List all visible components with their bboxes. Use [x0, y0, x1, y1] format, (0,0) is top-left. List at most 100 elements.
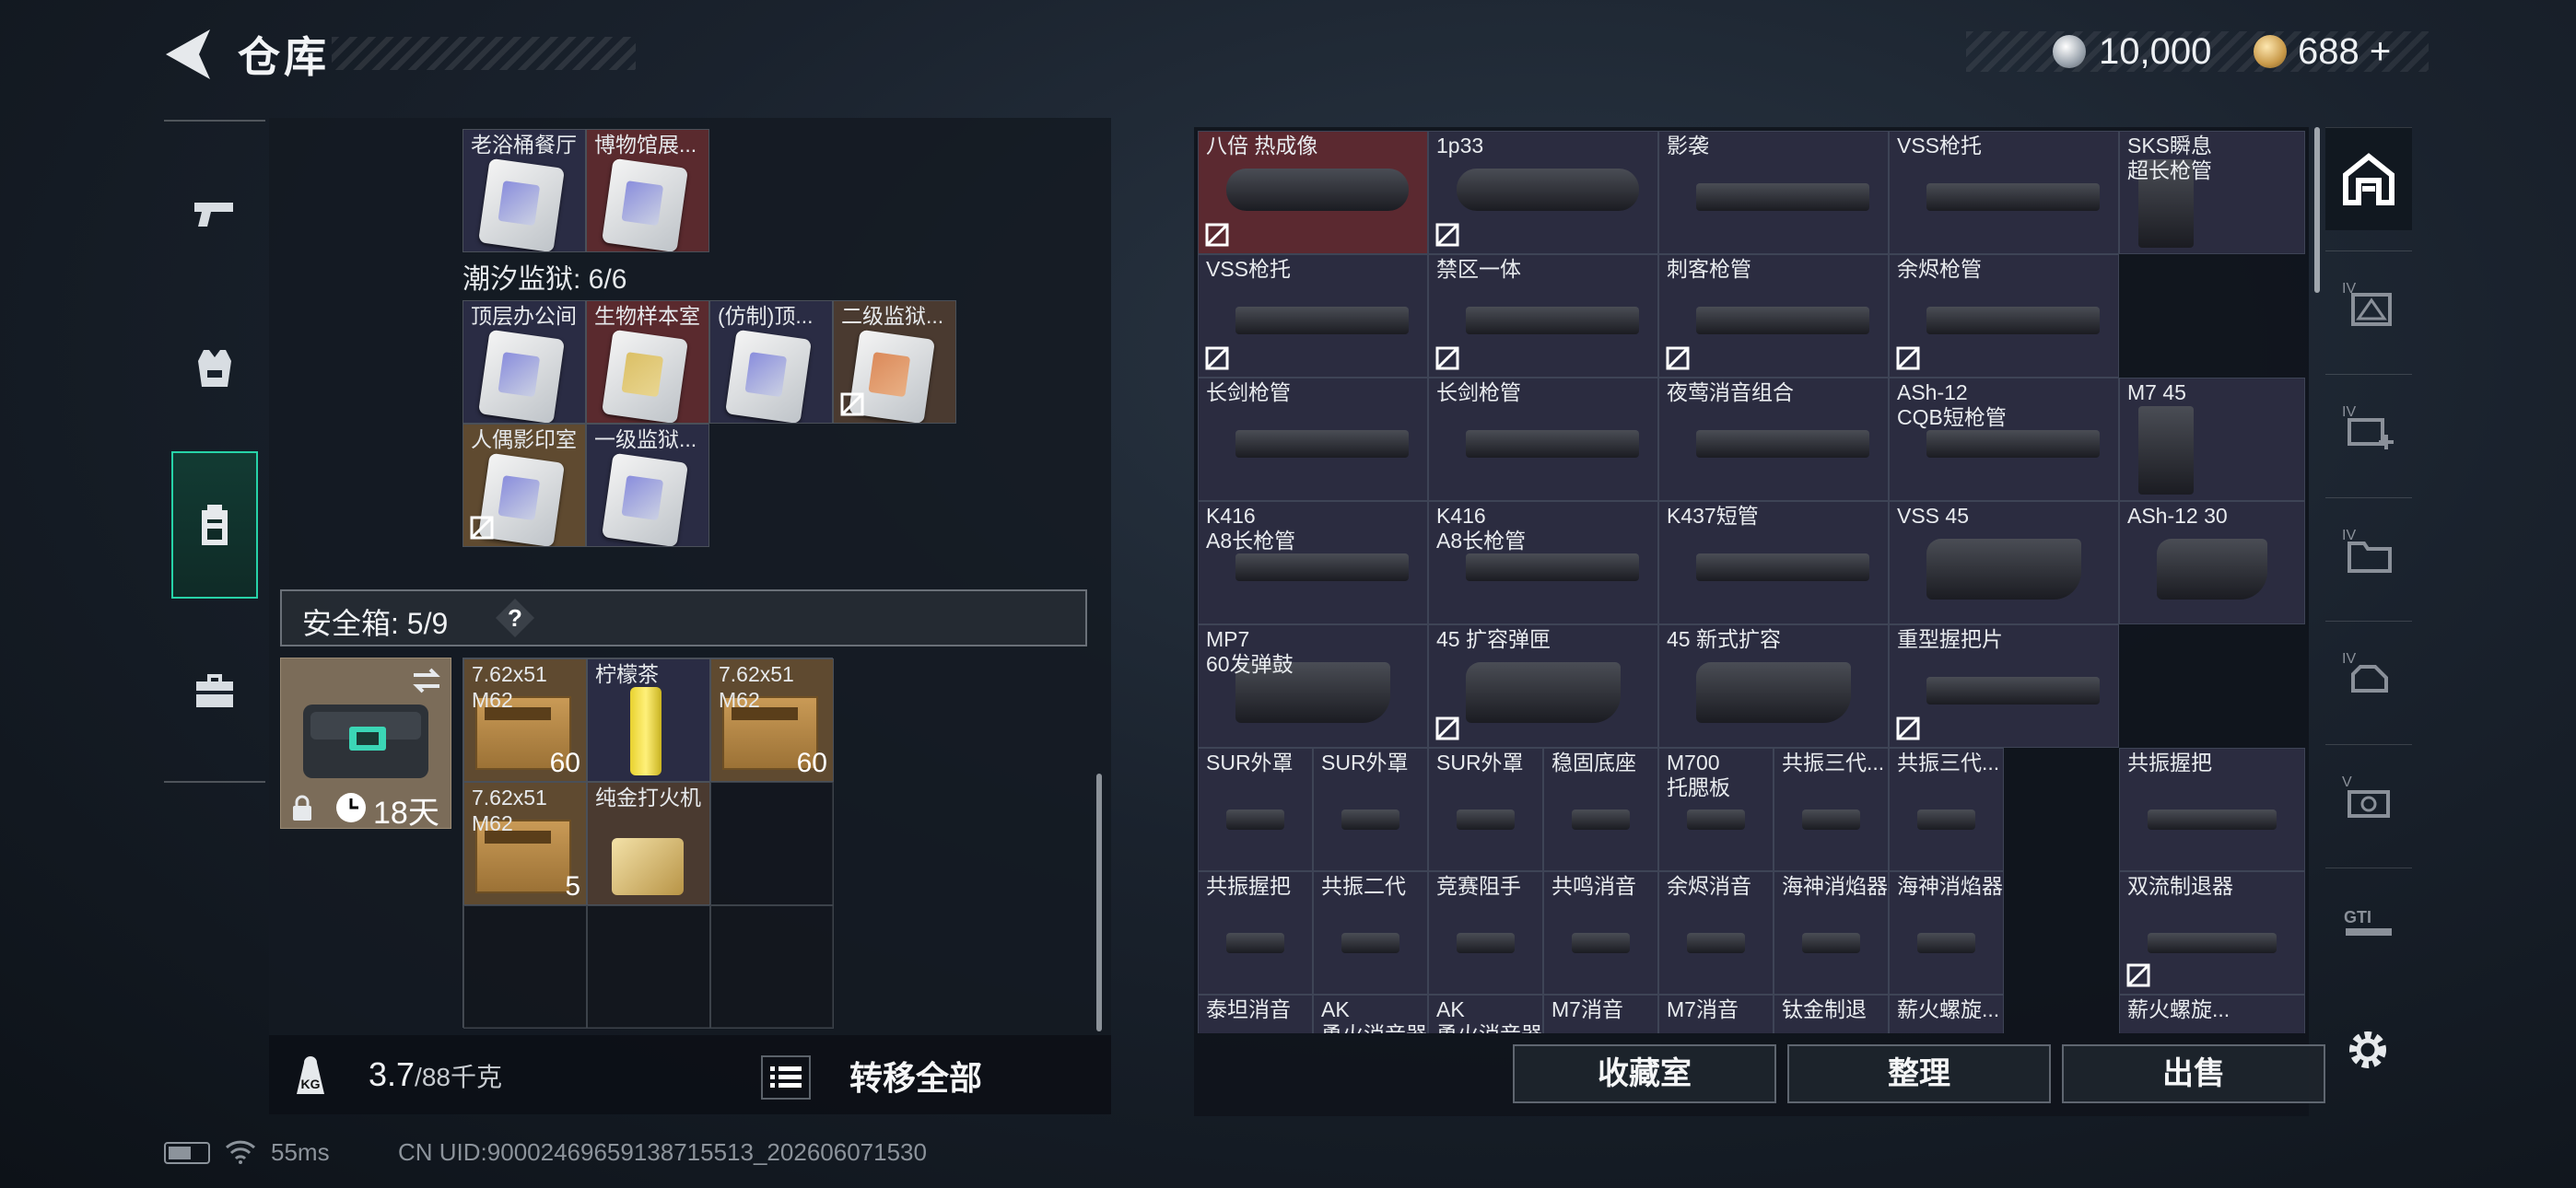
- warehouse-item[interactable]: K437短管: [1658, 501, 1889, 624]
- ammo-item[interactable]: 7.62x51 M62 5: [463, 782, 587, 905]
- warehouse-item[interactable]: AK 勇火消音器: [1313, 995, 1428, 1033]
- warehouse-item[interactable]: 共振握把: [2119, 748, 2305, 871]
- keycard-slot[interactable]: 博物馆展...: [586, 129, 709, 252]
- collection-room-button[interactable]: 收藏室: [1513, 1044, 1776, 1103]
- settings-gear-icon[interactable]: [2342, 1024, 2394, 1076]
- unlinked-icon: [1896, 716, 1920, 740]
- lighter-item[interactable]: 纯金打火机: [587, 782, 710, 905]
- swap-icon[interactable]: [410, 666, 443, 695]
- keycard-slot[interactable]: 人偶影印室: [463, 424, 586, 547]
- tab-medkit[interactable]: IV: [2325, 374, 2412, 477]
- nav-equipment[interactable]: [171, 295, 258, 442]
- warehouse-item[interactable]: 余烬消音: [1658, 871, 1774, 995]
- warehouse-item[interactable]: 重型握把片: [1889, 624, 2119, 748]
- warehouse-item[interactable]: SKS瞬息 超长枪管: [2119, 131, 2305, 254]
- warehouse-item[interactable]: 共振二代: [1313, 871, 1428, 995]
- tab-camera[interactable]: V: [2325, 744, 2412, 847]
- warehouse-item[interactable]: VSS 45: [1889, 501, 2119, 624]
- warehouse-item[interactable]: 钛金制退: [1774, 995, 1889, 1033]
- grid-slot[interactable]: [710, 782, 834, 905]
- warehouse-item[interactable]: K416 A8长枪管: [1428, 501, 1658, 624]
- warehouse-item[interactable]: M7消音: [1543, 995, 1658, 1033]
- keycard-slot[interactable]: 顶层办公间: [463, 300, 586, 424]
- grid-slot[interactable]: [710, 905, 834, 1029]
- warehouse-item[interactable]: 影袭: [1658, 131, 1889, 254]
- warehouse-item[interactable]: SUR外罩: [1428, 748, 1543, 871]
- warehouse-item[interactable]: 长剑枪管: [1198, 378, 1428, 501]
- tab-warehouse[interactable]: [2325, 127, 2412, 230]
- svg-text:IV: IV: [2342, 404, 2356, 420]
- nav-backpack[interactable]: [171, 451, 258, 599]
- warehouse-item[interactable]: 竞赛阻手: [1428, 871, 1543, 995]
- transfer-all-button[interactable]: 转移全部: [849, 1052, 982, 1100]
- keycard-slot[interactable]: (仿制)顶...: [709, 300, 833, 424]
- warehouse-item[interactable]: 刺客枪管: [1658, 254, 1889, 378]
- tab-gti[interactable]: GTI: [2325, 868, 2412, 971]
- warehouse-item[interactable]: SUR外罩: [1198, 748, 1313, 871]
- add-currency-button[interactable]: +: [2370, 31, 2391, 72]
- warehouse-scrollbar[interactable]: [2314, 127, 2320, 293]
- nav-case[interactable]: [171, 617, 258, 764]
- backpack-scrollbar[interactable]: [1096, 774, 1102, 1031]
- warehouse-item[interactable]: ASh-12 30: [2119, 501, 2305, 624]
- grid-slot[interactable]: [587, 905, 710, 1029]
- grid-slot[interactable]: [463, 905, 587, 1029]
- back-arrow-icon[interactable]: [157, 26, 221, 83]
- warehouse-item[interactable]: 45 扩容弹匣: [1428, 624, 1658, 748]
- keycard-slot[interactable]: 二级监狱...: [833, 300, 956, 424]
- warehouse-item[interactable]: 薪火螺旋...: [1889, 995, 2004, 1033]
- nav-weapons[interactable]: [171, 138, 258, 285]
- warehouse-item[interactable]: 禁区一体: [1428, 254, 1658, 378]
- tab-hand[interactable]: IV: [2325, 621, 2412, 724]
- item-label: AK 勇火消音器: [1436, 997, 1542, 1033]
- keycard-icon: [724, 329, 813, 423]
- keycard-slot[interactable]: 生物样本室: [586, 300, 709, 424]
- ammo-item[interactable]: 7.62x51 M62 60: [463, 658, 587, 782]
- currency-bar: 10,000 688 +: [1966, 31, 2429, 72]
- warehouse-item[interactable]: 泰坦消音: [1198, 995, 1313, 1033]
- divider: [164, 781, 265, 783]
- drink-item[interactable]: 柠檬茶: [587, 658, 710, 782]
- warehouse-item[interactable]: VSS枪托: [1889, 131, 2119, 254]
- tab-folder[interactable]: IV: [2325, 497, 2412, 600]
- warehouse-item[interactable]: 共振三代...: [1774, 748, 1889, 871]
- sell-button[interactable]: 出售: [2062, 1044, 2325, 1103]
- svg-text:?: ?: [508, 604, 522, 632]
- warehouse-item[interactable]: 共鸣消音: [1543, 871, 1658, 995]
- warehouse-item[interactable]: 稳固底座: [1543, 748, 1658, 871]
- warehouse-item[interactable]: ASh-12 CQB短枪管: [1889, 378, 2119, 501]
- item-label: 共振握把: [1206, 874, 1291, 898]
- warehouse-item[interactable]: K416 A8长枪管: [1198, 501, 1428, 624]
- warehouse-item[interactable]: M7 45: [2119, 378, 2305, 501]
- keycard-slot[interactable]: 老浴桶餐厅: [463, 129, 586, 252]
- svg-text:GTI: GTI: [2344, 908, 2371, 926]
- warehouse-item[interactable]: 八倍 热成像: [1198, 131, 1428, 254]
- warehouse-item[interactable]: MP7 60发弹鼓: [1198, 624, 1428, 748]
- secure-case-slot[interactable]: 18天: [280, 658, 451, 831]
- warehouse-item[interactable]: 双流制退器: [2119, 871, 2305, 995]
- tab-gear-crate[interactable]: IV: [2325, 250, 2412, 354]
- warehouse-item[interactable]: 海神消焰器: [1774, 871, 1889, 995]
- warehouse-item[interactable]: 余烬枪管: [1889, 254, 2119, 378]
- warehouse-item[interactable]: VSS枪托: [1198, 254, 1428, 378]
- warehouse-item[interactable]: 共振握把: [1198, 871, 1313, 995]
- sort-button[interactable]: 整理: [1787, 1044, 2051, 1103]
- warehouse-item[interactable]: 海神消焰器: [1889, 871, 2004, 995]
- ammo-item[interactable]: 7.62x51 M62 60: [710, 658, 834, 782]
- warehouse-item[interactable]: 薪火螺旋...: [2119, 995, 2305, 1033]
- gold-amount[interactable]: 688 +: [2298, 31, 2391, 73]
- warehouse-item[interactable]: M7消音: [1658, 995, 1774, 1033]
- item-image: [1802, 933, 1860, 953]
- warehouse-item[interactable]: SUR外罩: [1313, 748, 1428, 871]
- warehouse-item[interactable]: 1p33: [1428, 131, 1658, 254]
- keycard-icon: [477, 329, 566, 423]
- list-view-button[interactable]: [761, 1055, 811, 1100]
- warehouse-item[interactable]: 45 新式扩容: [1658, 624, 1889, 748]
- help-icon[interactable]: ?: [494, 597, 536, 639]
- warehouse-item[interactable]: 共振三代...: [1889, 748, 2004, 871]
- warehouse-item[interactable]: 夜莺消音组合: [1658, 378, 1889, 501]
- warehouse-item[interactable]: 长剑枪管: [1428, 378, 1658, 501]
- keycard-slot[interactable]: 一级监狱...: [586, 424, 709, 547]
- warehouse-item[interactable]: AK 勇火消音器: [1428, 995, 1543, 1033]
- warehouse-item[interactable]: M700 托腮板: [1658, 748, 1774, 871]
